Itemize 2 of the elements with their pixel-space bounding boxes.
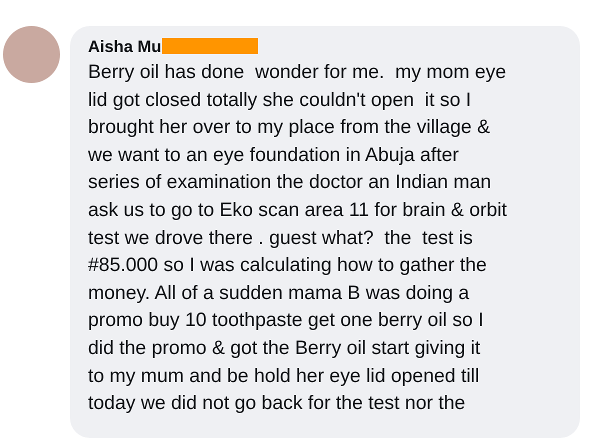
comment-text: Berry oil has done wonder for me. my mom eye lid got closed totally she couldn't open it so I brought her over to my place from the village & we want to an eye foundation in Abuja after series of examination the doctor an Indian man ask us to go to Eko scan area 11 for brain & orbit test we drove there . guest what? the test is #85.000 so I was calculating how to gather the money. All of a sudden mama B was doing a promo buy 10 toothpaste get one berry oil so I did the promo & got the Berry oil start giving it to my mum and be hold her eye lid opened till today we did not go back for the test nor the — [88, 60, 508, 416]
author-name[interactable]: Aisha Mu — [88, 38, 162, 56]
